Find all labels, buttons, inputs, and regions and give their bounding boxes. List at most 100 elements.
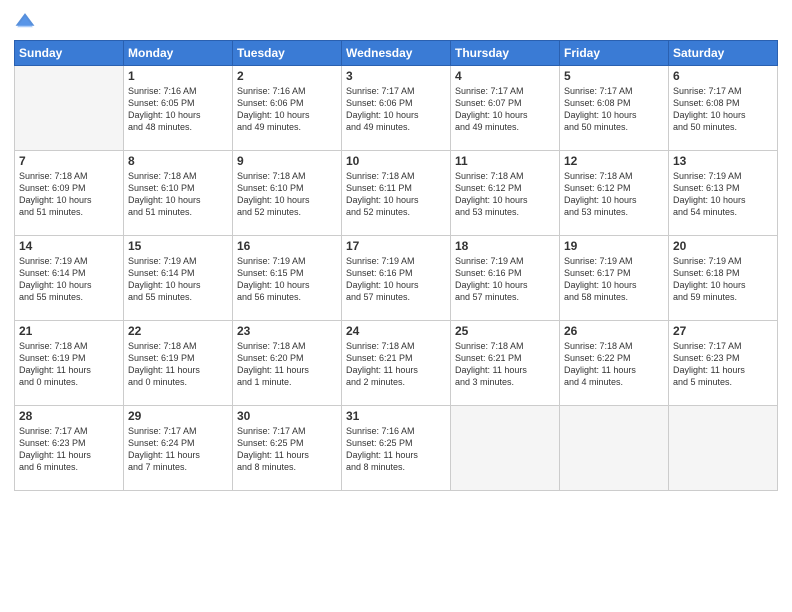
day-number: 4 — [455, 69, 555, 83]
day-cell: 16 Sunrise: 7:19 AM Sunset: 6:15 PM Dayli… — [233, 236, 342, 321]
day-number: 17 — [346, 239, 446, 253]
day-cell: 15 Sunrise: 7:19 AM Sunset: 6:14 PM Dayli… — [124, 236, 233, 321]
day-number: 23 — [237, 324, 337, 338]
day-cell: 19 Sunrise: 7:19 AM Sunset: 6:17 PM Dayli… — [560, 236, 669, 321]
day-cell: 8Sunrise: 7:18 AM Sunset: 6:10 PM Daylig… — [124, 151, 233, 236]
day-info: Sunrise: 7:18 AM Sunset: 6:09 PM Dayligh… — [19, 170, 119, 219]
day-cell: 17 Sunrise: 7:19 AM Sunset: 6:16 PM Dayli… — [342, 236, 451, 321]
day-info: Sunrise: 7:19 AM Sunset: 6:16 PM Dayligh… — [346, 255, 446, 304]
day-cell: 4 Sunrise: 7:17 AM Sunset: 6:07 PM Daylig… — [451, 66, 560, 151]
day-cell — [15, 66, 124, 151]
calendar: SundayMondayTuesdayWednesdayThursdayFrid… — [14, 40, 778, 491]
day-number: 2 — [237, 69, 337, 83]
logo — [14, 10, 38, 32]
weekday-header-friday: Friday — [560, 41, 669, 66]
day-info: Sunrise: 7:17 AM Sunset: 6:23 PM Dayligh… — [19, 425, 119, 474]
day-number: 10 — [346, 154, 446, 168]
day-number: 7 — [19, 154, 119, 168]
day-info: Sunrise: 7:18 AM Sunset: 6:19 PM Dayligh… — [128, 340, 228, 389]
day-info: Sunrise: 7:18 AM Sunset: 6:20 PM Dayligh… — [237, 340, 337, 389]
day-cell — [560, 406, 669, 491]
day-info: Sunrise: 7:19 AM Sunset: 6:14 PM Dayligh… — [128, 255, 228, 304]
day-number: 30 — [237, 409, 337, 423]
day-info: Sunrise: 7:18 AM Sunset: 6:10 PM Dayligh… — [237, 170, 337, 219]
day-number: 20 — [673, 239, 773, 253]
day-number: 27 — [673, 324, 773, 338]
day-cell: 7 Sunrise: 7:18 AM Sunset: 6:09 PM Daylig… — [15, 151, 124, 236]
day-cell: 1 Sunrise: 7:16 AM Sunset: 6:05 PM Daylig… — [124, 66, 233, 151]
day-info: Sunrise: 7:18 AM Sunset: 6:12 PM Dayligh… — [455, 170, 555, 219]
weekday-header-monday: Monday — [124, 41, 233, 66]
day-info: Sunrise: 7:19 AM Sunset: 6:17 PM Dayligh… — [564, 255, 664, 304]
day-number: 3 — [346, 69, 446, 83]
day-info: Sunrise: 7:19 AM Sunset: 6:15 PM Dayligh… — [237, 255, 337, 304]
week-row-3: 14 Sunrise: 7:19 AM Sunset: 6:14 PM Dayli… — [15, 236, 778, 321]
day-cell: 24Sunrise: 7:18 AM Sunset: 6:21 PM Dayli… — [342, 321, 451, 406]
weekday-header-sunday: Sunday — [15, 41, 124, 66]
day-number: 18 — [455, 239, 555, 253]
day-cell: 6 Sunrise: 7:17 AM Sunset: 6:08 PM Daylig… — [669, 66, 778, 151]
day-info: Sunrise: 7:19 AM Sunset: 6:13 PM Dayligh… — [673, 170, 773, 219]
day-cell: 23 Sunrise: 7:18 AM Sunset: 6:20 PM Dayli… — [233, 321, 342, 406]
weekday-header-saturday: Saturday — [669, 41, 778, 66]
day-info: Sunrise: 7:18 AM Sunset: 6:21 PM Dayligh… — [346, 340, 446, 389]
weekday-header-row: SundayMondayTuesdayWednesdayThursdayFrid… — [15, 41, 778, 66]
day-info: Sunrise: 7:17 AM Sunset: 6:24 PM Dayligh… — [128, 425, 228, 474]
day-number: 12 — [564, 154, 664, 168]
week-row-2: 7 Sunrise: 7:18 AM Sunset: 6:09 PM Daylig… — [15, 151, 778, 236]
day-info: Sunrise: 7:17 AM Sunset: 6:25 PM Dayligh… — [237, 425, 337, 474]
day-info: Sunrise: 7:19 AM Sunset: 6:18 PM Dayligh… — [673, 255, 773, 304]
day-cell: 25 Sunrise: 7:18 AM Sunset: 6:21 PM Dayli… — [451, 321, 560, 406]
day-cell: 12 Sunrise: 7:18 AM Sunset: 6:12 PM Dayli… — [560, 151, 669, 236]
day-info: Sunrise: 7:18 AM Sunset: 6:22 PM Dayligh… — [564, 340, 664, 389]
day-info: Sunrise: 7:16 AM Sunset: 6:25 PM Dayligh… — [346, 425, 446, 474]
logo-icon — [14, 10, 36, 32]
day-number: 21 — [19, 324, 119, 338]
page: SundayMondayTuesdayWednesdayThursdayFrid… — [0, 0, 792, 612]
day-info: Sunrise: 7:17 AM Sunset: 6:07 PM Dayligh… — [455, 85, 555, 134]
header — [14, 10, 778, 32]
day-info: Sunrise: 7:16 AM Sunset: 6:05 PM Dayligh… — [128, 85, 228, 134]
day-number: 6 — [673, 69, 773, 83]
day-number: 25 — [455, 324, 555, 338]
day-cell: 11 Sunrise: 7:18 AM Sunset: 6:12 PM Dayli… — [451, 151, 560, 236]
day-info: Sunrise: 7:18 AM Sunset: 6:11 PM Dayligh… — [346, 170, 446, 219]
day-info: Sunrise: 7:17 AM Sunset: 6:23 PM Dayligh… — [673, 340, 773, 389]
day-info: Sunrise: 7:17 AM Sunset: 6:08 PM Dayligh… — [673, 85, 773, 134]
day-info: Sunrise: 7:19 AM Sunset: 6:16 PM Dayligh… — [455, 255, 555, 304]
day-cell: 13 Sunrise: 7:19 AM Sunset: 6:13 PM Dayli… — [669, 151, 778, 236]
day-number: 13 — [673, 154, 773, 168]
day-cell: 22 Sunrise: 7:18 AM Sunset: 6:19 PM Dayli… — [124, 321, 233, 406]
day-cell: 14 Sunrise: 7:19 AM Sunset: 6:14 PM Dayli… — [15, 236, 124, 321]
day-cell: 29 Sunrise: 7:17 AM Sunset: 6:24 PM Dayli… — [124, 406, 233, 491]
day-number: 11 — [455, 154, 555, 168]
day-number: 22 — [128, 324, 228, 338]
week-row-5: 28 Sunrise: 7:17 AM Sunset: 6:23 PM Dayli… — [15, 406, 778, 491]
day-cell: 27 Sunrise: 7:17 AM Sunset: 6:23 PM Dayli… — [669, 321, 778, 406]
day-number: 31 — [346, 409, 446, 423]
day-number: 26 — [564, 324, 664, 338]
day-info: Sunrise: 7:18 AM Sunset: 6:21 PM Dayligh… — [455, 340, 555, 389]
day-info: Sunrise: 7:18 AM Sunset: 6:10 PM Dayligh… — [128, 170, 228, 219]
day-info: Sunrise: 7:17 AM Sunset: 6:06 PM Dayligh… — [346, 85, 446, 134]
day-number: 1 — [128, 69, 228, 83]
day-number: 5 — [564, 69, 664, 83]
day-info: Sunrise: 7:18 AM Sunset: 6:12 PM Dayligh… — [564, 170, 664, 219]
day-number: 28 — [19, 409, 119, 423]
day-cell: 18 Sunrise: 7:19 AM Sunset: 6:16 PM Dayli… — [451, 236, 560, 321]
day-info: Sunrise: 7:19 AM Sunset: 6:14 PM Dayligh… — [19, 255, 119, 304]
day-number: 16 — [237, 239, 337, 253]
day-number: 19 — [564, 239, 664, 253]
day-number: 9 — [237, 154, 337, 168]
day-info: Sunrise: 7:16 AM Sunset: 6:06 PM Dayligh… — [237, 85, 337, 134]
day-cell: 30 Sunrise: 7:17 AM Sunset: 6:25 PM Dayli… — [233, 406, 342, 491]
day-info: Sunrise: 7:18 AM Sunset: 6:19 PM Dayligh… — [19, 340, 119, 389]
day-cell — [669, 406, 778, 491]
day-number: 29 — [128, 409, 228, 423]
day-cell: 3 Sunrise: 7:17 AM Sunset: 6:06 PM Daylig… — [342, 66, 451, 151]
day-number: 15 — [128, 239, 228, 253]
day-cell: 31 Sunrise: 7:16 AM Sunset: 6:25 PM Dayli… — [342, 406, 451, 491]
weekday-header-tuesday: Tuesday — [233, 41, 342, 66]
week-row-4: 21 Sunrise: 7:18 AM Sunset: 6:19 PM Dayli… — [15, 321, 778, 406]
day-number: 14 — [19, 239, 119, 253]
